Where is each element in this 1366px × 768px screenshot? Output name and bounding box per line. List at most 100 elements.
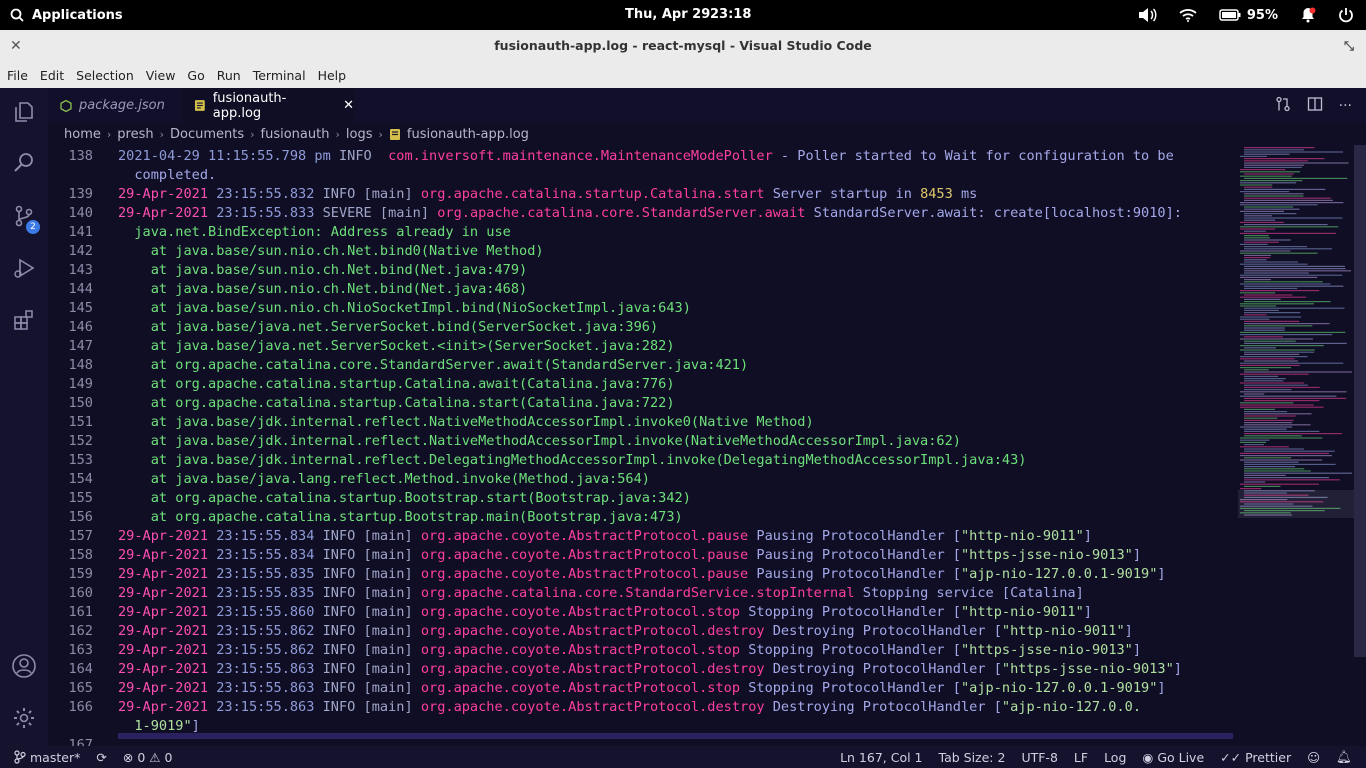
code-line[interactable]: at java.base/jdk.internal.reflect.Delega…: [118, 452, 1027, 468]
sync-icon[interactable]: ⟳: [96, 750, 106, 765]
git-branch[interactable]: master*: [14, 750, 80, 765]
code-token: org.apache.coyote.AbstractProtocol.pause: [420, 528, 749, 544]
code-line[interactable]: 2021-04-29 11:15:55.798 pm INFO com.inve…: [118, 148, 1174, 164]
code-line[interactable]: at org.apache.catalina.core.StandardServ…: [118, 357, 748, 373]
code-line[interactable]: at java.base/java.net.ServerSocket.<init…: [118, 338, 675, 354]
code-line[interactable]: 29-Apr-2021 23:15:55.833 SEVERE [main] o…: [118, 205, 1182, 221]
code-token: - Poller started to Wait for configurati…: [772, 148, 1174, 164]
explorer-icon[interactable]: [0, 88, 48, 136]
menu-go[interactable]: Go: [187, 68, 204, 83]
power-icon[interactable]: [1338, 7, 1354, 23]
minimap-line: [1244, 329, 1285, 331]
code-line[interactable]: 29-Apr-2021 23:15:55.863 INFO [main] org…: [118, 680, 1166, 696]
code-line[interactable]: at java.base/sun.nio.ch.Net.bind0(Native…: [118, 243, 544, 259]
prettier-button[interactable]: ✓✓ Prettier: [1220, 750, 1291, 765]
code-line[interactable]: at org.apache.catalina.startup.Bootstrap…: [118, 509, 683, 525]
tab-package-json[interactable]: package.json: [48, 88, 182, 123]
code-line[interactable]: at org.apache.catalina.startup.Bootstrap…: [118, 490, 691, 506]
split-editor-icon[interactable]: [1307, 96, 1323, 116]
code-line[interactable]: 29-Apr-2021 23:15:55.834 INFO [main] org…: [118, 547, 1141, 563]
menu-edit[interactable]: Edit: [40, 68, 64, 83]
code-line[interactable]: 1-9019"]: [118, 718, 200, 734]
code-line[interactable]: java.net.BindException: Address already …: [118, 224, 510, 240]
menu-terminal[interactable]: Terminal: [253, 68, 306, 83]
window-restore-icon[interactable]: ⤡: [1344, 30, 1354, 62]
menu-selection[interactable]: Selection: [76, 68, 134, 83]
minimap-line: [1240, 382, 1305, 384]
wifi-icon[interactable]: [1179, 8, 1197, 22]
breadcrumb-item[interactable]: presh: [117, 127, 153, 142]
code-line[interactable]: 29-Apr-2021 23:15:55.863 INFO [main] org…: [118, 699, 1141, 715]
code-line[interactable]: 29-Apr-2021 23:15:55.860 INFO [main] org…: [118, 604, 1092, 620]
code-line[interactable]: 29-Apr-2021 23:15:55.835 INFO [main] org…: [118, 566, 1166, 582]
go-live-button[interactable]: ◉ Go Live: [1142, 750, 1204, 765]
code-line[interactable]: at org.apache.catalina.startup.Catalina.…: [118, 395, 675, 411]
notification-bell-icon[interactable]: [1300, 7, 1316, 23]
cursor-position[interactable]: Ln 167, Col 1: [840, 750, 922, 765]
code-token: [main]: [363, 585, 421, 601]
feedback-icon[interactable]: ☺: [1307, 750, 1320, 765]
breadcrumb-item[interactable]: fusionauth: [261, 127, 330, 142]
notifications-bell-icon[interactable]: 🔔︎: [1336, 749, 1352, 765]
language-mode[interactable]: Log: [1104, 750, 1126, 765]
breadcrumb-item[interactable]: logs: [346, 127, 373, 142]
code-line[interactable]: completed.: [118, 167, 216, 183]
code-token: ]: [1124, 623, 1133, 639]
menu-help[interactable]: Help: [318, 68, 347, 83]
problems-indicator[interactable]: ⊗ 0 ⚠ 0: [123, 750, 173, 765]
code-line[interactable]: 29-Apr-2021 23:15:55.832 INFO [main] org…: [118, 186, 977, 202]
applications-menu[interactable]: Applications: [10, 0, 123, 30]
breadcrumb-item[interactable]: Documents: [170, 127, 244, 142]
code-line[interactable]: at java.base/jdk.internal.reflect.Native…: [118, 433, 961, 449]
vertical-scrollbar[interactable]: [1354, 145, 1366, 657]
minimap-line: [1244, 294, 1293, 296]
code-line[interactable]: at java.base/java.lang.reflect.Method.in…: [118, 471, 650, 487]
search-view-icon[interactable]: [0, 138, 48, 186]
code-line[interactable]: 29-Apr-2021 23:15:55.862 INFO [main] org…: [118, 642, 1141, 658]
minimap-line: [1244, 323, 1330, 325]
run-debug-icon[interactable]: [0, 244, 48, 292]
tab-fusionauth-log[interactable]: fusionauth-app.log ✕: [182, 88, 354, 123]
more-actions-icon[interactable]: ···: [1339, 98, 1352, 114]
code-token: 23:15:55.863: [208, 680, 323, 696]
accounts-icon[interactable]: [0, 642, 48, 690]
file-encoding[interactable]: UTF-8: [1021, 750, 1057, 765]
tab-close-icon[interactable]: ✕: [343, 98, 354, 113]
code-token: ]: [1083, 604, 1092, 620]
menu-run[interactable]: Run: [217, 68, 241, 83]
code-line[interactable]: at java.base/java.net.ServerSocket.bind(…: [118, 319, 658, 335]
code-line[interactable]: 29-Apr-2021 23:15:55.862 INFO [main] org…: [118, 623, 1133, 639]
breadcrumb-item[interactable]: home: [64, 127, 101, 142]
source-control-icon[interactable]: 2: [0, 192, 48, 240]
volume-icon[interactable]: [1137, 7, 1157, 23]
line-number: 150: [68, 395, 93, 411]
window-title-bar: ✕ fusionauth-app.log - react-mysql - Vis…: [0, 30, 1366, 62]
code-token: ]: [1132, 547, 1142, 563]
code-line[interactable]: 29-Apr-2021 23:15:55.835 INFO [main] org…: [118, 585, 1084, 601]
end-of-line[interactable]: LF: [1074, 750, 1088, 765]
extensions-icon[interactable]: [0, 296, 48, 344]
manage-gear-icon[interactable]: [0, 694, 48, 742]
code-editor[interactable]: 138 2021-04-29 11:15:55.798 pm INFO com.i…: [48, 148, 1238, 746]
battery-indicator[interactable]: 95%: [1219, 8, 1278, 23]
menu-file[interactable]: File: [7, 68, 28, 83]
minimap[interactable]: [1238, 145, 1354, 746]
tab-size[interactable]: Tab Size: 2: [939, 750, 1006, 765]
menu-view[interactable]: View: [146, 68, 176, 83]
breadcrumb-item[interactable]: fusionauth-app.log: [407, 127, 529, 142]
code-line[interactable]: at java.base/jdk.internal.reflect.Native…: [118, 414, 814, 430]
code-line[interactable]: 29-Apr-2021 23:15:55.863 INFO [main] org…: [118, 661, 1182, 677]
window-close-icon[interactable]: ✕: [10, 30, 22, 62]
minimap-viewport[interactable]: [1238, 490, 1354, 518]
code-line[interactable]: at org.apache.catalina.startup.Catalina.…: [118, 376, 675, 392]
clock-time[interactable]: 23:18: [710, 7, 751, 22]
clock-date[interactable]: Thu, Apr 29: [625, 7, 710, 22]
open-changes-icon[interactable]: [1275, 96, 1291, 116]
code-line[interactable]: 29-Apr-2021 23:15:55.834 INFO [main] org…: [118, 528, 1092, 544]
minimap-line: [1244, 347, 1276, 349]
code-line[interactable]: at java.base/sun.nio.ch.NioSocketImpl.bi…: [118, 300, 691, 316]
code-line[interactable]: at java.base/sun.nio.ch.Net.bind(Net.jav…: [118, 281, 527, 297]
code-line[interactable]: at java.base/sun.nio.ch.Net.bind(Net.jav…: [118, 262, 527, 278]
minimap-line: [1244, 411, 1288, 413]
minimap-line: [1240, 243, 1268, 245]
